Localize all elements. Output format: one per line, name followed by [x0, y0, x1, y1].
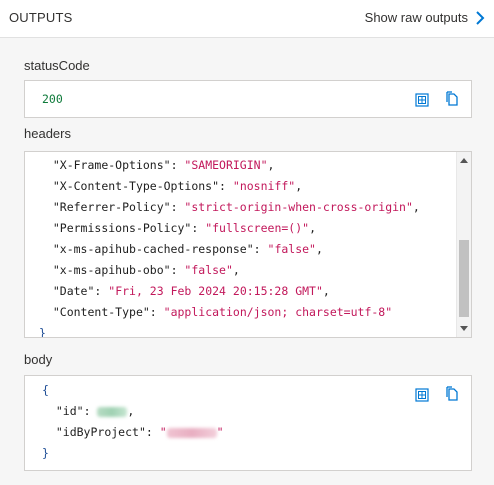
copy-icon[interactable]	[445, 386, 461, 402]
header-value: "strict-origin-when-cross-origin"	[184, 200, 413, 214]
line-end: ,	[322, 284, 330, 298]
header-key: "Referrer-Policy"	[52, 200, 171, 214]
header-value: "SAMEORIGIN"	[184, 158, 268, 172]
id-key: "id"	[55, 404, 84, 418]
header-value: "application/json; charset=utf-8"	[163, 305, 393, 319]
line-end: ,	[315, 242, 323, 256]
header-value: "false"	[184, 263, 233, 277]
body-box: { "id": , "idByProject": " " }	[24, 375, 472, 471]
copy-icon[interactable]	[445, 91, 461, 107]
redacted-id-by-project-value	[166, 427, 217, 438]
line-end: ,	[295, 179, 303, 193]
header-value: "nosniff"	[232, 179, 296, 193]
header-key: "Date"	[52, 284, 95, 298]
separator: :	[170, 200, 185, 214]
separator: :	[170, 158, 185, 172]
header-key: "Permissions-Policy"	[52, 221, 192, 235]
header-key: "x-ms-apihub-obo"	[52, 263, 171, 277]
outputs-panel: OUTPUTS Show raw outputs statusCode 200 …	[0, 0, 494, 485]
scroll-down-arrow-icon[interactable]	[460, 326, 468, 331]
table-view-icon[interactable]	[414, 387, 430, 403]
table-view-icon[interactable]	[414, 92, 430, 108]
separator: :	[83, 404, 98, 418]
code-line: "X-Content-Type-Options": "nosniff",	[39, 176, 420, 197]
header-value: "fullscreen=()"	[205, 221, 310, 235]
line-end: ,	[412, 200, 420, 214]
code-line: "Date": "Fri, 23 Feb 2024 20:15:28 GMT",	[39, 281, 420, 302]
scroll-up-arrow-icon[interactable]	[460, 158, 468, 163]
headers-box[interactable]: "X-Frame-Options": "SAMEORIGIN", "X-Cont…	[24, 151, 472, 338]
code-line: "Referrer-Policy": "strict-origin-when-c…	[39, 197, 420, 218]
outputs-title: OUTPUTS	[9, 10, 73, 25]
separator: :	[149, 305, 164, 319]
header-key: "x-ms-apihub-cached-response"	[52, 242, 254, 256]
code-line: "x-ms-apihub-cached-response": "false",	[39, 239, 420, 260]
id-by-project-key: "idByProject"	[55, 425, 146, 439]
quote-open: "	[159, 425, 167, 439]
separator: :	[170, 263, 185, 277]
closing-brace: }	[39, 326, 46, 338]
line-end: ,	[267, 158, 275, 172]
code-line: "Permissions-Policy": "fullscreen=()",	[39, 218, 420, 239]
open-brace: {	[42, 383, 49, 397]
code-line: "X-Frame-Options": "SAMEORIGIN",	[39, 155, 420, 176]
header-key: "X-Content-Type-Options"	[52, 179, 220, 193]
code-line: "id": ,	[42, 401, 224, 422]
separator: :	[191, 221, 206, 235]
line-end: ,	[232, 263, 240, 277]
chevron-right-icon[interactable]	[474, 10, 486, 26]
status-code-value: 200	[42, 92, 63, 106]
outputs-header: OUTPUTS Show raw outputs	[0, 0, 494, 38]
close-brace: }	[42, 446, 49, 460]
show-raw-outputs-link[interactable]: Show raw outputs	[365, 10, 468, 25]
headers-label: headers	[24, 126, 71, 141]
quote-close: "	[216, 425, 224, 439]
outputs-content: statusCode 200 headers "X-Frame-Options"…	[0, 38, 494, 485]
header-key: "Content-Type"	[52, 305, 150, 319]
code-line: "Content-Type": "application/json; chars…	[39, 302, 420, 323]
separator: :	[94, 284, 109, 298]
status-code-label: statusCode	[24, 58, 90, 73]
header-value: "Fri, 23 Feb 2024 20:15:28 GMT"	[108, 284, 323, 298]
code-line: "idByProject": " "	[42, 422, 224, 443]
status-code-box: 200	[24, 80, 472, 118]
separator: :	[219, 179, 233, 193]
separator: :	[253, 242, 268, 256]
redacted-id-value	[97, 406, 128, 417]
line-end: ,	[309, 221, 316, 235]
code-line: "x-ms-apihub-obo": "false",	[39, 260, 420, 281]
headers-scrollbar[interactable]	[456, 152, 471, 337]
body-code: { "id": , "idByProject": " " }	[42, 380, 224, 464]
line-end: ,	[127, 404, 135, 418]
separator: :	[145, 425, 160, 439]
headers-code: "X-Frame-Options": "SAMEORIGIN", "X-Cont…	[39, 155, 420, 338]
scrollbar-thumb[interactable]	[459, 240, 469, 317]
header-key: "X-Frame-Options"	[52, 158, 171, 172]
body-label: body	[24, 352, 53, 367]
header-value: "false"	[267, 242, 316, 256]
